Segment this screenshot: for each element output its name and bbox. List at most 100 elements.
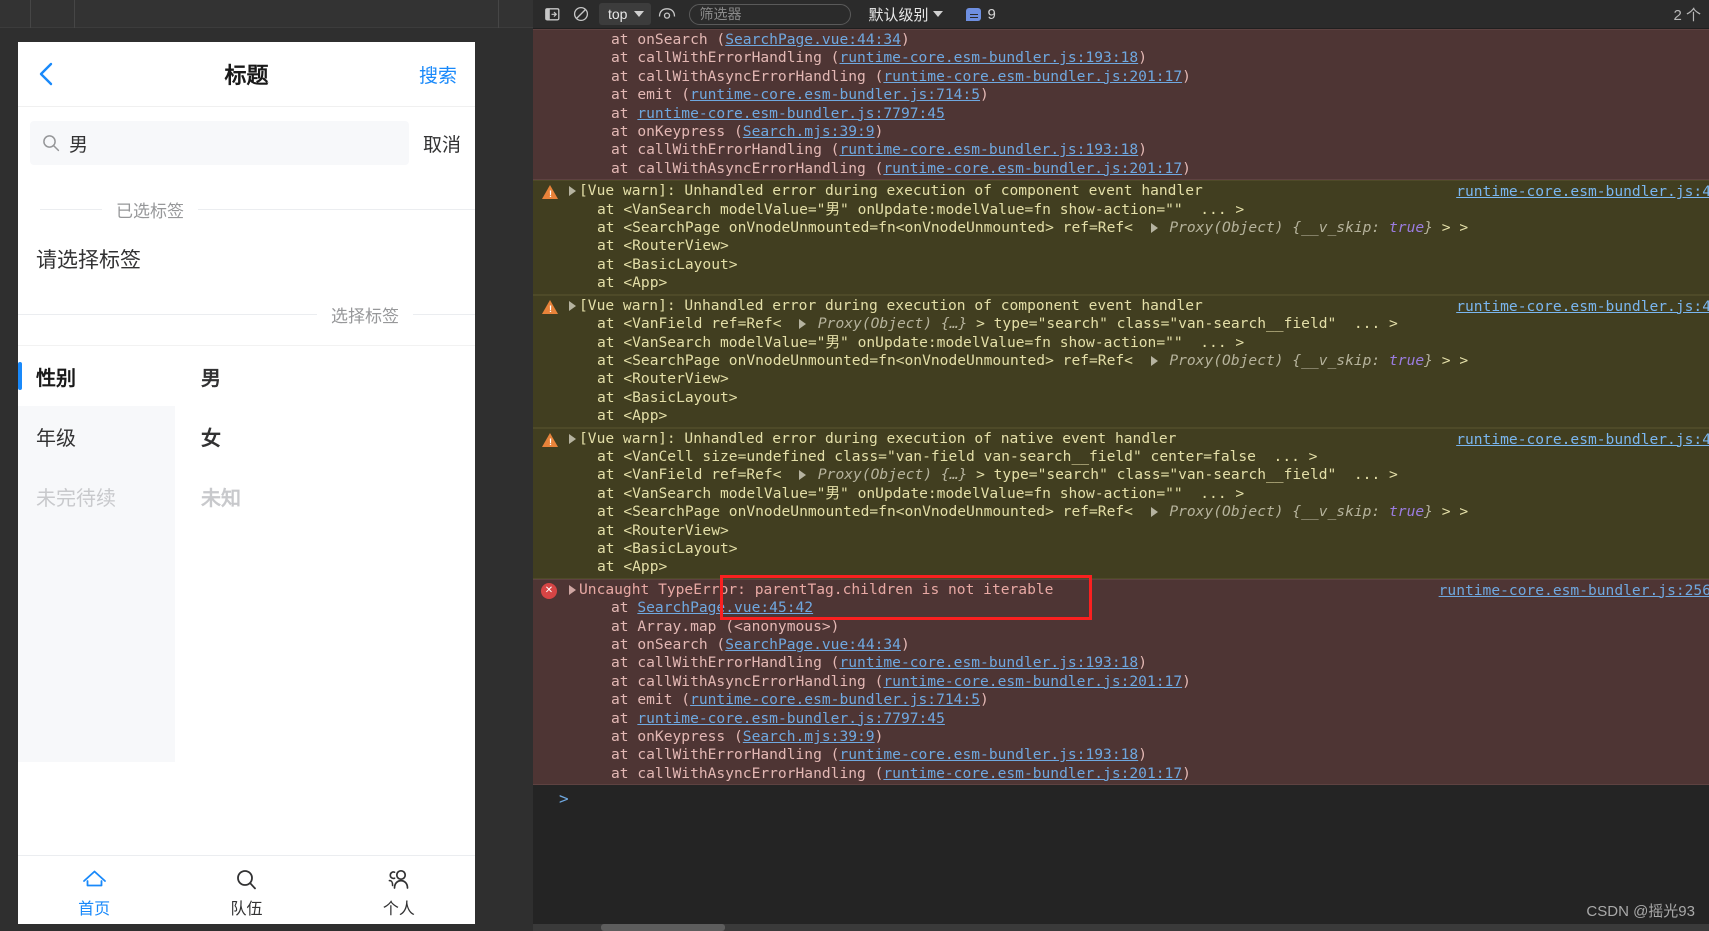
live-expression-icon[interactable] — [654, 3, 680, 25]
show-console-sidebar-icon[interactable] — [539, 3, 565, 25]
warning-triangle-icon: ! — [542, 432, 558, 447]
expand-triangle-icon[interactable] — [569, 584, 576, 595]
console-stack-line: at <App> — [597, 558, 668, 576]
console-stack-line: at <VanSearch modelValue="男" onUpdate:mo… — [597, 484, 1245, 502]
expand-triangle-icon[interactable] — [569, 186, 576, 197]
tree-option-label: 女 — [201, 427, 221, 450]
tree-option-male[interactable]: 男 — [201, 346, 475, 406]
source-link[interactable]: SearchPage.vue:44:34 — [725, 636, 901, 653]
console-stack-line: at <SearchPage onVnodeUnmounted=fn<onVno… — [597, 351, 1469, 369]
tree-side-nav: 性别 年级 未完待续 — [18, 346, 175, 762]
console-stack-line: at <VanField ref=Ref< Proxy(Object) {…} … — [597, 315, 1398, 333]
message-source-link[interactable]: runtime-core.esm-bundler.js:256 — [1439, 582, 1709, 600]
console-stack-line: at <RouterView> — [597, 521, 729, 539]
log-level-value: 默认级别 — [868, 6, 929, 24]
console-warning-message[interactable]: ! [Vue warn]: Unhandled error during exec… — [533, 427, 1709, 579]
message-source-link[interactable]: runtime-core.esm-bundler.js:4 — [1456, 298, 1709, 316]
source-link[interactable]: SearchPage.vue:44:34 — [725, 31, 901, 48]
console-stack-line: at <BasicLayout> — [597, 388, 738, 406]
tree-side-item-label: 性别 — [36, 367, 76, 390]
source-link[interactable]: runtime-core.esm-bundler.js:193:18 — [839, 746, 1138, 763]
tree-option-female[interactable]: 女 — [201, 406, 475, 466]
scrollbar-thumb[interactable] — [601, 924, 725, 931]
hidden-messages-count: 2 个 — [1673, 7, 1701, 24]
clear-console-icon[interactable] — [568, 3, 594, 25]
source-link[interactable]: Search.mjs:39:9 — [743, 123, 875, 140]
selected-tags-divider-label: 已选标签 — [116, 202, 184, 221]
back-chevron-icon[interactable] — [18, 61, 74, 87]
console-stack-line: at <RouterView> — [597, 237, 729, 255]
search-input-value: 男 — [69, 134, 89, 156]
message-source-link[interactable]: runtime-core.esm-bundler.js:4 — [1456, 431, 1709, 449]
console-stack-line: at onSearch (SearchPage.vue:44:34) — [611, 636, 910, 653]
execution-context-select[interactable]: top — [599, 3, 652, 25]
tree-option-label: 男 — [201, 367, 221, 390]
console-stack-line: at callWithAsyncErrorHandling (runtime-c… — [611, 764, 1191, 782]
warning-triangle-icon: ! — [542, 299, 558, 314]
empty-selection-hint: 请选择标签 — [36, 249, 141, 272]
source-link[interactable]: runtime-core.esm-bundler.js:7797:45 — [637, 105, 945, 122]
error-circle-icon: ✕ — [541, 582, 557, 599]
issues-counter[interactable]: 9 — [966, 6, 996, 23]
home-icon — [81, 868, 108, 892]
expand-triangle-icon[interactable] — [569, 433, 576, 444]
log-level-select[interactable]: 默认级别 — [868, 4, 944, 25]
source-link[interactable]: runtime-core.esm-bundler.js:193:18 — [839, 141, 1138, 158]
search-cancel-button[interactable]: 取消 — [409, 130, 475, 157]
source-link[interactable]: runtime-core.esm-bundler.js:714:5 — [690, 86, 980, 103]
devtools-console-pane: top 默认级别 9 2 个 at onSearch (SearchPage.v… — [533, 0, 1709, 931]
console-stack-line: at <RouterView> — [597, 370, 729, 388]
source-link[interactable]: runtime-core.esm-bundler.js:193:18 — [839, 654, 1138, 671]
console-stack-line: at SearchPage.vue:45:42 — [611, 599, 814, 617]
source-link[interactable]: runtime-core.esm-bundler.js:714:5 — [690, 691, 980, 708]
console-prompt[interactable]: > — [533, 785, 1709, 808]
tab-profile[interactable]: 个人 — [323, 856, 475, 931]
tree-side-item-label: 未完待续 — [36, 487, 116, 510]
tree-select: 性别 年级 未完待续 男 女 未知 — [18, 345, 475, 762]
source-link[interactable]: runtime-core.esm-bundler.js:201:17 — [883, 765, 1182, 782]
divider-line-left — [40, 209, 102, 210]
tree-option-unknown[interactable]: 未知 — [201, 466, 475, 526]
console-warning-message[interactable]: ! [Vue warn]: Unhandled error during exec… — [533, 294, 1709, 428]
execution-context-value: top — [608, 6, 628, 22]
console-stack-line: at callWithErrorHandling (runtime-core.e… — [611, 49, 1147, 67]
search-icon — [233, 868, 260, 892]
tree-side-item-todo[interactable]: 未完待续 — [18, 466, 175, 526]
tab-team-label: 队伍 — [230, 901, 263, 918]
tab-team[interactable]: 队伍 — [170, 856, 322, 931]
page-title: 标题 — [224, 63, 269, 88]
source-link[interactable]: runtime-core.esm-bundler.js:201:17 — [883, 673, 1182, 690]
console-stack-line: at <App> — [597, 274, 668, 292]
tab-home[interactable]: 首页 — [18, 856, 170, 931]
expand-triangle-icon[interactable] — [569, 300, 576, 311]
console-stack-line: at callWithErrorHandling (runtime-core.e… — [611, 141, 1147, 159]
horizontal-scrollbar[interactable] — [533, 924, 1709, 931]
search-input[interactable]: 男 — [30, 121, 409, 165]
nav-search-action[interactable]: 搜索 — [419, 61, 457, 88]
console-stack-line: at onKeypress (Search.mjs:39:9) — [611, 123, 884, 141]
tree-side-item-gender[interactable]: 性别 — [18, 346, 175, 406]
console-message-list[interactable]: at onSearch (SearchPage.vue:44:34) at cal… — [533, 29, 1709, 931]
source-link[interactable]: runtime-core.esm-bundler.js:201:17 — [883, 160, 1182, 177]
source-link[interactable]: runtime-core.esm-bundler.js:7797:45 — [637, 710, 945, 727]
source-link[interactable]: SearchPage.vue:45:42 — [637, 599, 813, 616]
console-stack-line: at emit (runtime-core.esm-bundler.js:714… — [611, 691, 989, 709]
console-warning-message[interactable]: ! [Vue warn]: Unhandled error during exec… — [533, 180, 1709, 295]
tree-side-item-grade[interactable]: 年级 — [18, 406, 175, 466]
source-link[interactable]: runtime-core.esm-bundler.js:201:17 — [883, 68, 1182, 85]
console-stack-line: at emit (runtime-core.esm-bundler.js:714… — [611, 86, 989, 104]
console-error-message[interactable]: at onSearch (SearchPage.vue:44:34) at cal… — [533, 29, 1709, 181]
search-bar: 男 取消 — [18, 107, 475, 179]
filter-input[interactable] — [689, 3, 852, 25]
message-source-link[interactable]: runtime-core.esm-bundler.js:4 — [1456, 183, 1709, 201]
source-link[interactable]: runtime-core.esm-bundler.js:193:18 — [839, 49, 1138, 66]
console-stack-line: at callWithAsyncErrorHandling (runtime-c… — [611, 67, 1191, 85]
divider2-line-left — [18, 314, 317, 315]
app-nav-bar: 标题 搜索 — [18, 42, 475, 107]
chevron-down-icon — [634, 11, 645, 17]
mobile-device-frame: 标题 搜索 男 取消 已选标签 请选择标签 选择标签 性别 年级 未完待续 男 … — [18, 42, 475, 931]
console-error-message[interactable]: ✕ Uncaught TypeError: parentTag.children … — [533, 578, 1709, 786]
source-link[interactable]: Search.mjs:39:9 — [743, 728, 875, 745]
tree-side-item-label: 年级 — [36, 427, 76, 450]
console-stack-line: at runtime-core.esm-bundler.js:7797:45 — [611, 104, 945, 122]
